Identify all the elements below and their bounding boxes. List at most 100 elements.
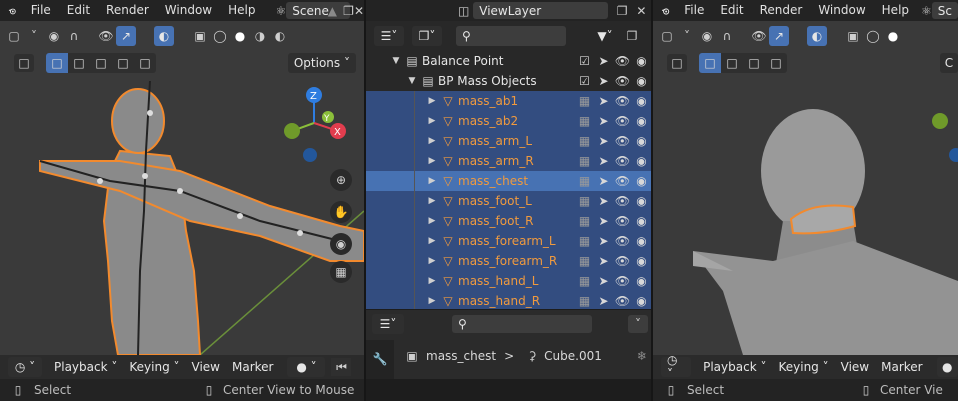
camera-icon[interactable]: ◉ [632, 254, 651, 268]
outliner-row-mass-forearm-l[interactable]: ▶ ▽ mass_forearm_L ▦ ➤ 👁 ◉ [366, 231, 651, 251]
camera-icon[interactable]: ◉ [632, 234, 651, 248]
wrench-icon[interactable]: 🔧 [370, 350, 390, 368]
close-scene-icon[interactable]: ✕ [354, 2, 364, 20]
playback-menu[interactable]: Playback ˅ [697, 357, 772, 377]
expand-icon[interactable]: ▶ [426, 276, 438, 286]
selectable-icon[interactable]: ➤ [594, 254, 613, 268]
properties-search-input[interactable]: ⚲ [452, 315, 592, 333]
chevron-down-icon[interactable]: ˅ [677, 27, 697, 45]
selectable-icon[interactable]: ➤ [594, 74, 613, 88]
menu-edit[interactable]: Edit [712, 0, 751, 21]
camera-view-icon[interactable]: ◉ [330, 233, 352, 255]
eye-icon[interactable]: 👁 [613, 154, 632, 168]
select-subtract-icon[interactable]: □ [90, 53, 112, 73]
expand-icon[interactable]: ▶ [426, 176, 438, 186]
eye-icon[interactable]: 👁 [613, 134, 632, 148]
blender-logo-icon[interactable] [8, 2, 17, 20]
material-icon[interactable]: ◑ [250, 27, 270, 45]
outliner-row-mass-foot-l[interactable]: ▶ ▽ mass_foot_L ▦ ➤ 👁 ◉ [366, 191, 651, 211]
gizmo-toggle-button[interactable]: ↗ [116, 26, 136, 46]
navigation-gizmo[interactable]: Z Y X [278, 85, 348, 175]
outliner-row-mass-arm-l[interactable]: ▶ ▽ mass_arm_L ▦ ➤ 👁 ◉ [366, 131, 651, 151]
pan-hand-icon[interactable]: ✋ [330, 201, 352, 223]
menu-file[interactable]: File [23, 0, 59, 21]
expand-icon[interactable]: ▶ [426, 96, 438, 106]
filter-button[interactable]: ▼˅ [590, 26, 620, 46]
chevron-down-icon[interactable]: ˅ [24, 27, 44, 45]
camera-icon[interactable]: ◉ [632, 274, 651, 288]
outliner-row-mass-chest[interactable]: ▶ ▽ mass_chest ▦ ➤ 👁 ◉ [366, 171, 651, 191]
viewlayer-field[interactable]: ViewLayer [473, 2, 609, 19]
outliner-row-mass-hand-l[interactable]: ▶ ▽ mass_hand_L ▦ ➤ 👁 ◉ [366, 271, 651, 291]
outliner-row-mass-arm-r[interactable]: ▶ ▽ mass_arm_R ▦ ➤ 👁 ◉ [366, 151, 651, 171]
expand-icon[interactable]: ▶ [426, 236, 438, 246]
camera-icon[interactable]: ◉ [632, 134, 651, 148]
outliner-row-bp-mass-objects[interactable]: ▼ ▤ BP Mass Objects ☑ ➤ 👁 ◉ [366, 71, 651, 91]
ortho-grid-icon[interactable]: ▦ [330, 261, 352, 283]
modifier-icon[interactable]: ▦ [575, 134, 594, 148]
blender-logo-icon[interactable] [661, 2, 670, 20]
select-box-icon[interactable]: □ [14, 54, 34, 72]
outliner-editor-type-button[interactable]: ☰˅ [374, 26, 404, 46]
scene-icon[interactable]: ⚛ [921, 2, 932, 20]
outliner-row-mass-ab1[interactable]: ▶ ▽ mass_ab1 ▦ ➤ 👁 ◉ [366, 91, 651, 111]
copy-scene-icon[interactable]: ❐ [343, 2, 354, 20]
chevron-down-icon[interactable]: ˅ [628, 315, 648, 333]
solid-icon[interactable]: ● [883, 27, 903, 45]
timeline-editor-button[interactable]: ◷ ˅ [8, 357, 42, 377]
properties-editor-type-button[interactable]: ☰˅ [372, 314, 404, 334]
selectable-icon[interactable]: ➤ [594, 54, 613, 68]
select-new-icon[interactable]: □ [699, 53, 721, 73]
view-menu[interactable]: View [835, 357, 875, 377]
pin-icon[interactable]: ❄ [632, 347, 652, 365]
expand-icon[interactable]: ▶ [426, 116, 438, 126]
display-mode-button[interactable]: ❐˅ [412, 26, 442, 46]
include-checkbox[interactable]: ☑ [575, 54, 594, 68]
menu-file[interactable]: File [676, 0, 712, 21]
camera-icon[interactable]: ◉ [632, 74, 651, 88]
include-checkbox[interactable]: ☑ [575, 74, 594, 88]
outliner-row-mass-ab2[interactable]: ▶ ▽ mass_ab2 ▦ ➤ 👁 ◉ [366, 111, 651, 131]
selectable-icon[interactable]: ➤ [594, 114, 613, 128]
solid-icon[interactable]: ● [230, 27, 250, 45]
rendered-icon[interactable]: ◐ [270, 27, 290, 45]
expand-icon[interactable]: ▼ [390, 56, 402, 66]
menu-edit[interactable]: Edit [59, 0, 98, 21]
selectable-icon[interactable]: ➤ [594, 274, 613, 288]
eye-icon[interactable]: 👁 [613, 234, 632, 248]
menu-render[interactable]: Render [752, 0, 811, 21]
expand-icon[interactable]: ▼ [406, 76, 418, 86]
expand-icon[interactable]: ▶ [426, 296, 438, 306]
new-collection-icon[interactable]: ❐ [622, 27, 642, 45]
zoom-icon[interactable]: ⊕ [330, 169, 352, 191]
modifier-icon[interactable]: ▦ [575, 234, 594, 248]
viewport-right[interactable]: ▢ ˅ ◉ ∩ 👁 ↗ ◐ ▣ ◯ ● □ □ □ □ □ C [653, 21, 958, 355]
select-intersect-icon[interactable]: □ [134, 53, 156, 73]
expand-icon[interactable]: ▶ [426, 196, 438, 206]
camera-icon[interactable]: ◉ [632, 214, 651, 228]
modifier-icon[interactable]: ▦ [575, 174, 594, 188]
timeline-editor-button[interactable]: ◷ ˅ [661, 353, 692, 381]
copy-viewlayer-icon[interactable]: ❐ [612, 2, 631, 20]
viewport-left[interactable]: ▢ ˅ ◉ ∩ 👁 ↗ ◐ ▣ ◯ ● ◑ ◐ □ □ □ □ □ □ Opti… [0, 21, 364, 355]
scene-field[interactable]: Scene [286, 2, 350, 19]
select-new-icon[interactable]: □ [46, 53, 68, 73]
selectable-icon[interactable]: ➤ [594, 214, 613, 228]
outliner-search-input[interactable]: ⚲ [456, 26, 566, 46]
select-invert-icon[interactable]: □ [112, 53, 134, 73]
options-button[interactable]: C [940, 53, 958, 73]
camera-icon[interactable]: ◉ [632, 154, 651, 168]
menu-render[interactable]: Render [98, 0, 157, 21]
camera-icon[interactable]: ◉ [632, 54, 651, 68]
keying-menu[interactable]: Keying ˅ [772, 357, 834, 377]
selectable-icon[interactable]: ➤ [594, 154, 613, 168]
mode-icon[interactable]: ▢ [4, 27, 24, 45]
xray-icon[interactable]: ▣ [190, 27, 210, 45]
area-divider-left[interactable] [364, 0, 366, 401]
proportional-icon[interactable]: ∩ [64, 27, 84, 45]
options-button[interactable]: Options ˅ [287, 53, 356, 73]
record-button[interactable]: ● [936, 357, 958, 377]
outliner-row-mass-forearm-r[interactable]: ▶ ▽ mass_forearm_R ▦ ➤ 👁 ◉ [366, 251, 651, 271]
camera-icon[interactable]: ◉ [632, 114, 651, 128]
scene-field[interactable]: Sc [931, 2, 958, 19]
